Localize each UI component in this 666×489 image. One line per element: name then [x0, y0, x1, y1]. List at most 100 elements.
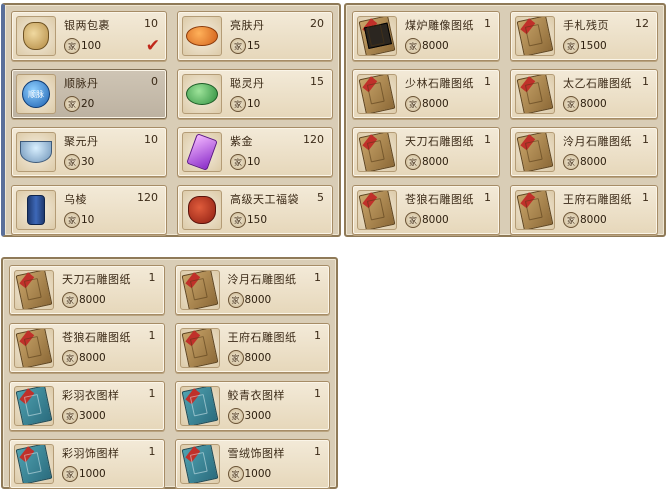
item-stock-count: 1 — [148, 329, 156, 342]
pattern-book-icon — [15, 387, 53, 425]
thread-spool-icon — [27, 195, 45, 225]
price-value: 20 — [81, 98, 95, 110]
shop-item[interactable]: 天刀石雕图纸 1 家 8000 — [9, 265, 165, 315]
shop-item[interactable]: 泠月石雕图纸 1 家 8000 — [510, 127, 658, 177]
item-icon-slot[interactable] — [14, 386, 54, 426]
shop-item[interactable]: 顺脉 顺脉丹 0 家 20 — [11, 69, 167, 119]
item-name: 银两包裹 — [64, 19, 110, 32]
shop-item[interactable]: 紫金 120 家 10 — [177, 127, 333, 177]
shop-item[interactable]: 王府石雕图纸 1 家 8000 — [174, 323, 330, 373]
item-stock-count: 15 — [310, 75, 324, 88]
pattern-book-icon — [181, 387, 218, 425]
item-price: 家 20 — [64, 96, 94, 112]
item-icon-slot[interactable] — [182, 16, 222, 56]
pattern-book-icon — [181, 445, 218, 483]
currency-coin-icon: 家 — [227, 350, 244, 366]
item-name: 太乙石雕图纸 — [563, 77, 632, 90]
shop-item[interactable]: 乌棱 120 家 10 — [11, 185, 167, 235]
price-value: 8000 — [422, 156, 449, 168]
item-icon-slot[interactable] — [14, 328, 54, 368]
item-price: 家 8000 — [405, 96, 449, 112]
item-icon-slot[interactable] — [182, 132, 222, 172]
item-price: 家 8000 — [227, 292, 271, 308]
item-icon-slot[interactable] — [16, 190, 56, 230]
item-price: 家 8000 — [563, 96, 607, 112]
item-icon-slot[interactable] — [182, 190, 222, 230]
shop-panel-patterns: 天刀石雕图纸 1 家 8000 泠月石雕图纸 1 家 8000 苍狼石雕图纸 1 家 8000 王府石雕… — [1, 257, 338, 489]
item-name: 泠月石雕图纸 — [563, 135, 632, 148]
item-icon-slot[interactable] — [357, 74, 397, 114]
shop-item[interactable]: 聚元丹 10 家 30 — [11, 127, 167, 177]
currency-coin-icon: 家 — [405, 38, 421, 54]
price-value: 10 — [81, 214, 95, 226]
item-icon-slot[interactable] — [515, 190, 555, 230]
price-value: 8000 — [580, 98, 607, 110]
currency-coin-icon: 家 — [563, 96, 579, 112]
pill-label: 顺脉 — [28, 89, 44, 99]
shop-item[interactable]: 王府石雕图纸 1 家 8000 — [510, 185, 658, 235]
shop-item[interactable]: 少林石雕图纸 1 家 8000 — [352, 69, 500, 119]
shop-item[interactable]: 银两包裹 10 家 100 ✔ — [11, 11, 167, 61]
blueprint-icon — [516, 133, 554, 171]
item-stock-count: 20 — [310, 17, 324, 30]
item-icon-slot[interactable] — [16, 132, 56, 172]
item-icon-slot[interactable]: 顺脉 — [16, 74, 56, 114]
price-value: 30 — [81, 156, 95, 168]
shop-item[interactable]: 太乙石雕图纸 1 家 8000 — [510, 69, 658, 119]
shop-item[interactable]: 苍狼石雕图纸 1 家 8000 — [352, 185, 500, 235]
currency-coin-icon: 家 — [563, 38, 579, 54]
shop-item[interactable]: 雪绒饰图样 1 家 1000 — [174, 439, 330, 489]
item-stock-count: 120 — [303, 133, 324, 146]
price-value: 15 — [247, 40, 261, 52]
item-icon-slot[interactable] — [182, 74, 222, 114]
item-name: 高级天工福袋 — [230, 193, 299, 206]
shop-item[interactable]: 鲛青衣图样 1 家 3000 — [174, 381, 330, 431]
shop-item[interactable]: 煤炉雕像图纸 1 家 8000 — [352, 11, 500, 61]
blueprint-icon — [516, 17, 554, 55]
shop-panel-consumables: 银两包裹 10 家 100 ✔ 亮肤丹 20 家 15 顺脉 顺脉丹 0 家 20 聪灵丹 15 家 10 聚元丹 1… — [1, 3, 341, 237]
shop-item[interactable]: 聪灵丹 15 家 10 — [177, 69, 333, 119]
shop-item[interactable]: 天刀石雕图纸 1 家 8000 — [352, 127, 500, 177]
item-stock-count: 1 — [148, 387, 156, 400]
item-icon-slot[interactable] — [179, 270, 220, 310]
item-icon-slot[interactable] — [14, 444, 54, 484]
item-icon-slot[interactable] — [16, 16, 56, 56]
shop-item[interactable]: 彩羽饰图样 1 家 1000 — [9, 439, 165, 489]
price-value: 8000 — [79, 352, 106, 364]
currency-coin-icon: 家 — [64, 212, 80, 228]
item-icon-slot[interactable] — [357, 190, 397, 230]
item-icon-slot[interactable] — [179, 386, 220, 426]
item-price: 家 10 — [230, 154, 260, 170]
item-stock-count: 1 — [314, 329, 321, 342]
pattern-book-icon — [15, 445, 53, 483]
currency-coin-icon: 家 — [230, 212, 246, 228]
shop-item[interactable]: 亮肤丹 20 家 15 — [177, 11, 333, 61]
currency-coin-icon: 家 — [227, 466, 244, 482]
price-value: 8000 — [79, 294, 106, 306]
item-name: 苍狼石雕图纸 — [62, 331, 131, 344]
item-icon-slot[interactable] — [179, 328, 220, 368]
item-icon-slot[interactable] — [515, 132, 555, 172]
shop-item[interactable]: 高级天工福袋 5 家 150 — [177, 185, 333, 235]
shop-item[interactable]: 彩羽衣图样 1 家 3000 — [9, 381, 165, 431]
item-stock-count: 1 — [314, 445, 321, 458]
shop-item[interactable]: 泠月石雕图纸 1 家 8000 — [174, 265, 330, 315]
price-value: 3000 — [244, 410, 272, 422]
item-icon-slot[interactable] — [179, 444, 220, 484]
item-name: 苍狼石雕图纸 — [405, 193, 474, 206]
item-icon-slot[interactable] — [357, 132, 397, 172]
currency-coin-icon: 家 — [563, 212, 579, 228]
item-icon-slot[interactable] — [515, 16, 555, 56]
item-price: 家 3000 — [62, 408, 106, 424]
item-price: 家 10 — [64, 212, 94, 228]
item-icon-slot[interactable] — [14, 270, 54, 310]
price-value: 8000 — [244, 352, 272, 364]
item-icon-slot[interactable] — [357, 16, 397, 56]
orange-pill-icon — [186, 26, 218, 46]
item-stock-count: 1 — [314, 271, 321, 284]
shop-item[interactable]: 苍狼石雕图纸 1 家 8000 — [9, 323, 165, 373]
blueprint-icon — [15, 329, 53, 367]
shop-item[interactable]: 手札残页 12 家 1500 — [510, 11, 658, 61]
item-name: 手札残页 — [563, 19, 609, 32]
item-icon-slot[interactable] — [515, 74, 555, 114]
